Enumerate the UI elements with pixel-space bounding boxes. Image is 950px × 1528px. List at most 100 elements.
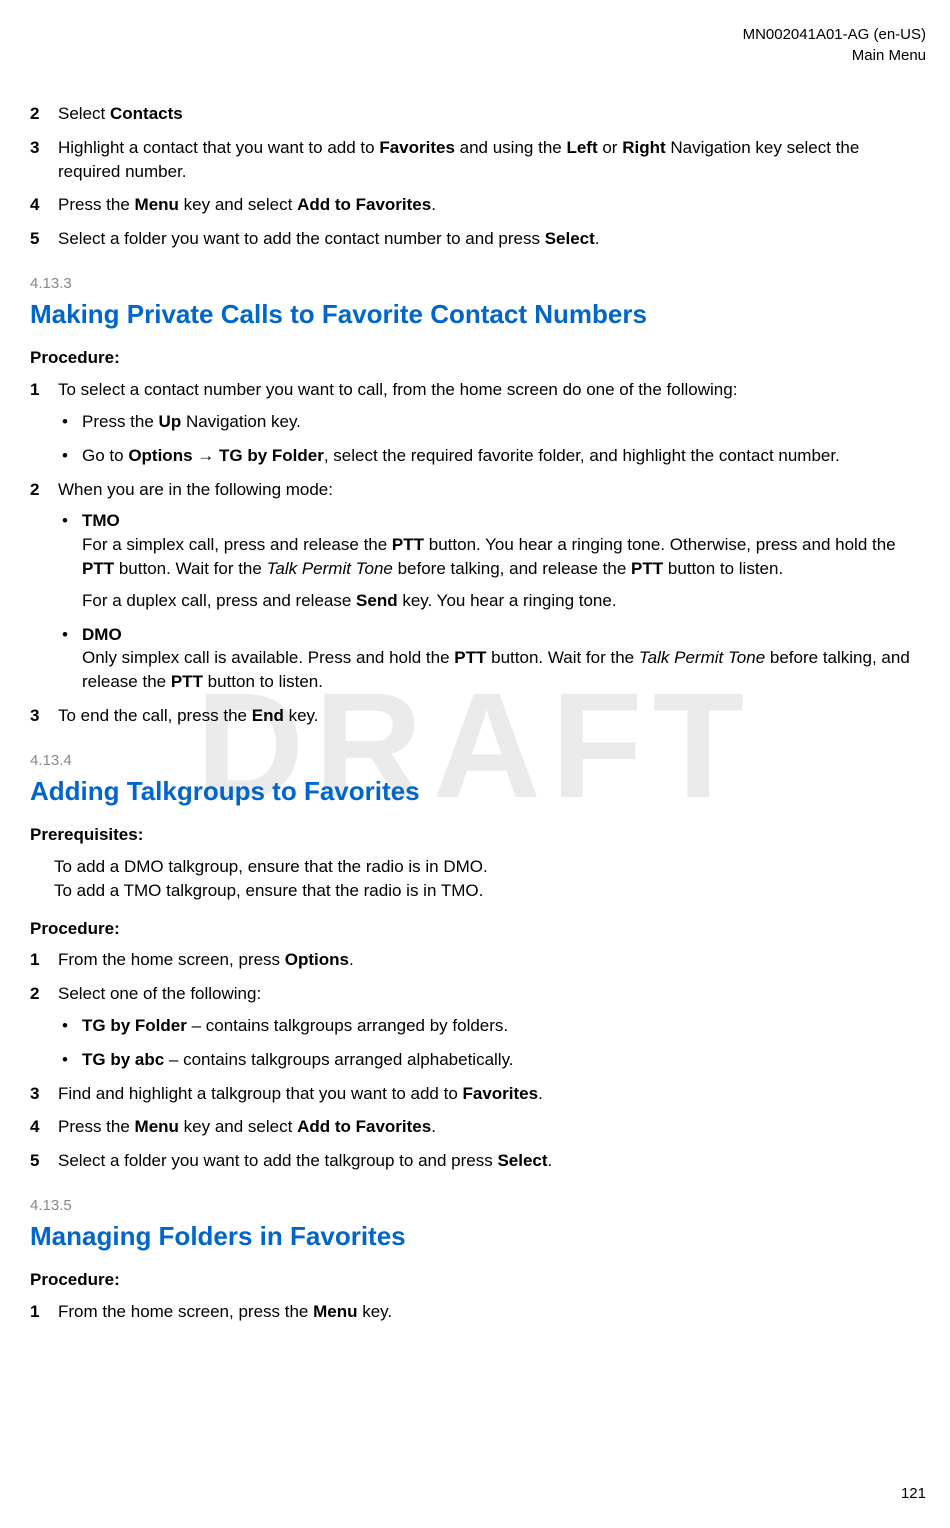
step-bold: Options <box>285 950 349 969</box>
step-text: Select a folder you want to add the cont… <box>58 229 545 248</box>
procedure-list-4133: 1 To select a contact number you want to… <box>58 378 926 728</box>
p-text: For a duplex call, press and release <box>82 591 356 610</box>
bullet-text: Navigation key. <box>181 412 301 431</box>
bullet-text: – contains talkgroups arranged by folder… <box>187 1016 508 1035</box>
step-bold: Menu <box>313 1302 357 1321</box>
bullet-item: Go to Options → TG by Folder, select the… <box>82 444 926 468</box>
breadcrumb: Main Menu <box>24 45 926 66</box>
step-number: 1 <box>30 1300 39 1324</box>
step-number: 3 <box>30 136 39 160</box>
mode-paragraph: Only simplex call is available. Press an… <box>82 646 926 694</box>
step-number: 1 <box>30 378 39 402</box>
procedure-step-2: 2 When you are in the following mode: TM… <box>58 478 926 694</box>
step-text: key and select <box>179 195 297 214</box>
prereq-line: To add a DMO talkgroup, ensure that the … <box>54 855 926 879</box>
procedure-step-3: 3 Find and highlight a talkgroup that yo… <box>58 1082 926 1106</box>
procedure-step-4: 4 Press the Menu key and select Add to F… <box>58 1115 926 1139</box>
sub-bullets: TG by Folder – contains talkgroups arran… <box>82 1014 926 1072</box>
procedure-label: Procedure: <box>30 1268 926 1292</box>
step-number: 4 <box>30 1115 39 1139</box>
bullet-text: → <box>193 446 219 465</box>
page-header: MN002041A01-AG (en-US) Main Menu <box>24 24 926 66</box>
p-text: button. You hear a ringing tone. Otherwi… <box>424 535 896 554</box>
step-text: . <box>349 950 354 969</box>
intro-step-4: 4 Press the Menu key and select Add to F… <box>58 193 926 217</box>
step-text: key. <box>358 1302 393 1321</box>
procedure-step-3: 3 To end the call, press the End key. <box>58 704 926 728</box>
step-text: . <box>431 195 436 214</box>
section-number: 4.13.5 <box>30 1195 926 1216</box>
step-bold: Select <box>545 229 595 248</box>
page-content: 2 Select Contacts 3 Highlight a contact … <box>24 102 926 1324</box>
step-bold: Add to Favorites <box>297 195 431 214</box>
step-number: 2 <box>30 102 39 126</box>
bullet-text: Go to <box>82 446 128 465</box>
bullet-bold: Options <box>128 446 192 465</box>
step-text: Select one of the following: <box>58 984 261 1003</box>
section-number: 4.13.4 <box>30 750 926 771</box>
bullet-item-tmo: TMO For a simplex call, press and releas… <box>82 509 926 612</box>
step-number: 5 <box>30 1149 39 1173</box>
section-number: 4.13.3 <box>30 273 926 294</box>
p-italic: Talk Permit Tone <box>639 648 765 667</box>
bullet-bold: TG by abc <box>82 1050 164 1069</box>
step-bold: Left <box>566 138 597 157</box>
step-text: To select a contact number you want to c… <box>58 380 737 399</box>
p-text: button. Wait for the <box>486 648 638 667</box>
prereq-label: Prerequisites: <box>30 823 926 847</box>
page-number: 121 <box>901 1483 926 1504</box>
step-number: 5 <box>30 227 39 251</box>
step-text: Press the <box>58 195 135 214</box>
step-text: To end the call, press the <box>58 706 252 725</box>
step-number: 4 <box>30 193 39 217</box>
step-text: key. <box>284 706 319 725</box>
step-number: 3 <box>30 1082 39 1106</box>
intro-step-5: 5 Select a folder you want to add the co… <box>58 227 926 251</box>
mode-label: DMO <box>82 623 926 647</box>
step-bold: End <box>252 706 284 725</box>
mode-paragraph: For a simplex call, press and release th… <box>82 533 926 581</box>
procedure-step-1: 1 From the home screen, press Options. <box>58 948 926 972</box>
step-text: From the home screen, press <box>58 950 285 969</box>
intro-step-3: 3 Highlight a contact that you want to a… <box>58 136 926 184</box>
step-text: . <box>431 1117 436 1136</box>
step-text: Find and highlight a talkgroup that you … <box>58 1084 463 1103</box>
step-text: . <box>548 1151 553 1170</box>
step-text: and using the <box>455 138 567 157</box>
step-bold: Right <box>622 138 665 157</box>
p-italic: Talk Permit Tone <box>267 559 393 578</box>
bullet-bold: TG by Folder <box>219 446 324 465</box>
p-text: button to listen. <box>203 672 323 691</box>
step-text: Select <box>58 104 110 123</box>
section-title: Managing Folders in Favorites <box>30 1218 926 1254</box>
bullet-bold: Up <box>159 412 182 431</box>
step-text: Press the <box>58 1117 135 1136</box>
p-text: Only simplex call is available. Press an… <box>82 648 454 667</box>
sub-bullets: TMO For a simplex call, press and releas… <box>82 509 926 694</box>
p-bold: PTT <box>631 559 663 578</box>
mode-label: TMO <box>82 509 926 533</box>
procedure-list-4134: 1 From the home screen, press Options. 2… <box>58 948 926 1173</box>
doc-id: MN002041A01-AG (en-US) <box>24 24 926 45</box>
bullet-item: Press the Up Navigation key. <box>82 410 926 434</box>
intro-step-2: 2 Select Contacts <box>58 102 926 126</box>
step-number: 1 <box>30 948 39 972</box>
step-text: . <box>538 1084 543 1103</box>
step-bold: Menu <box>135 195 179 214</box>
step-number: 2 <box>30 478 39 502</box>
section-title: Making Private Calls to Favorite Contact… <box>30 296 926 332</box>
step-bold: Menu <box>135 1117 179 1136</box>
p-bold: PTT <box>392 535 424 554</box>
step-bold: Contacts <box>110 104 183 123</box>
mode-paragraph: For a duplex call, press and release Sen… <box>82 589 926 613</box>
p-bold: PTT <box>171 672 203 691</box>
step-text: When you are in the following mode: <box>58 480 333 499</box>
section-title: Adding Talkgroups to Favorites <box>30 773 926 809</box>
bullet-text: – contains talkgroups arranged alphabeti… <box>164 1050 513 1069</box>
bullet-item: TG by abc – contains talkgroups arranged… <box>82 1048 926 1072</box>
procedure-step-1: 1 From the home screen, press the Menu k… <box>58 1300 926 1324</box>
step-text: key and select <box>179 1117 297 1136</box>
p-bold: PTT <box>82 559 114 578</box>
intro-steps-list: 2 Select Contacts 3 Highlight a contact … <box>58 102 926 251</box>
p-bold: PTT <box>454 648 486 667</box>
